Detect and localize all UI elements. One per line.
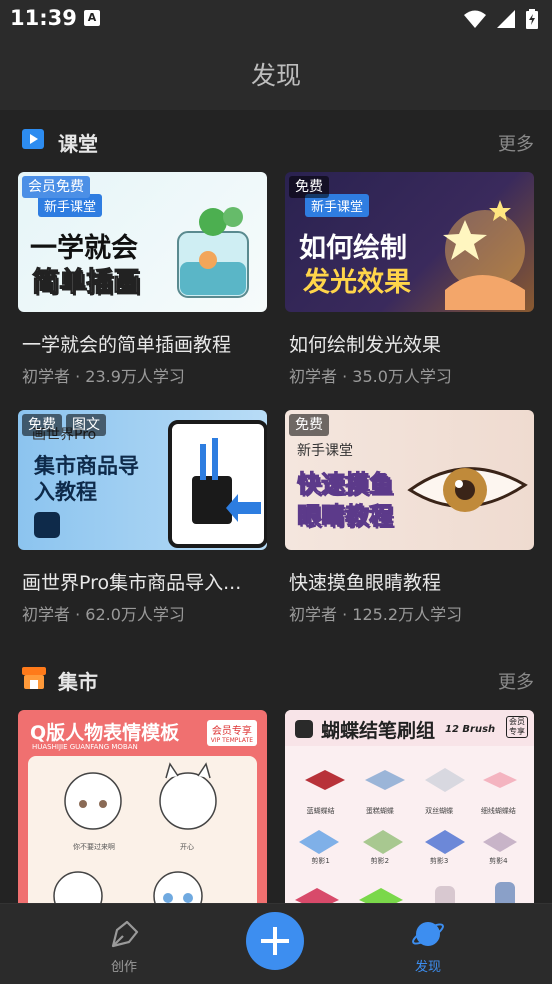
- bow-labels-row-1: 蓝蝴蝶结 蛋糕蝴蝶 双丝蝴蝶 细线蝴蝶结: [291, 806, 528, 816]
- classroom-section-header: 课堂 更多: [0, 124, 552, 160]
- eye-illustration-icon: [407, 467, 528, 512]
- market-item-heading: 蝴蝶结笔刷组: [321, 720, 436, 742]
- course-thumbnail: 新手课堂 一学就会 简单插画 会员免费: [18, 172, 267, 312]
- thumb-heading-2: 发光效果: [303, 267, 411, 298]
- thumb-heading-2: 眼睛教程: [297, 502, 394, 531]
- pen-nib-icon: [111, 920, 139, 948]
- page-title: 发现: [250, 61, 301, 90]
- badge-row: 免费: [289, 176, 329, 198]
- app-logo-icon: [34, 512, 60, 538]
- badge-row: 会员免费: [22, 176, 90, 198]
- course-card-glow[interactable]: 新手课堂 如何绘制 发光效果 免费 如何绘制发光效果 初学者 · 35.0万人学…: [285, 172, 534, 387]
- market-title: 集市: [58, 670, 98, 694]
- badge-row: 免费: [289, 414, 329, 436]
- bow-label: 剪影4: [489, 857, 508, 865]
- course-card-eyes[interactable]: 新手课堂 快速摸鱼 眼睛教程 免费 快速摸鱼眼睛教程 初学者 · 125.2万人…: [285, 410, 534, 625]
- nav-create[interactable]: 创作: [84, 918, 164, 975]
- market-more-link[interactable]: 更多: [498, 668, 534, 694]
- create-fab-button[interactable]: [246, 912, 304, 970]
- thumb-tag: 新手课堂: [297, 443, 353, 459]
- chibi-faces-illustration-icon: [53, 762, 217, 910]
- app-header: 发现: [0, 38, 552, 110]
- import-arrow-icon: [192, 438, 261, 524]
- course-thumbnail: 画世界Pro 集市商品导 入教程 免费 图文: [18, 410, 267, 550]
- vip-badge-sublabel: VIP TEMPLATE: [210, 737, 253, 744]
- course-title: 如何绘制发光效果: [289, 334, 442, 356]
- signal-icon: [496, 9, 515, 28]
- course-card-illustration[interactable]: 新手课堂 一学就会 简单插画 会员免费 一学就会的简单插画教程 初学者 · 23…: [18, 172, 267, 387]
- expression-label: 开心: [180, 843, 194, 851]
- market-item-heading: Q版人物表情模板: [30, 722, 180, 744]
- market-item-heading-en: 12 Brush: [445, 724, 496, 735]
- bow-label: 双丝蝴蝶: [425, 807, 454, 815]
- battery-icon: [526, 8, 538, 29]
- classroom-more-link[interactable]: 更多: [498, 130, 534, 156]
- bow-label: 剪影2: [370, 857, 390, 865]
- course-title: 一学就会的简单插画教程: [22, 334, 232, 356]
- badge-vip-free: 会员免费: [22, 176, 90, 198]
- thumb-heading: 快速摸鱼: [297, 470, 394, 499]
- notification-icon: A: [84, 10, 100, 26]
- course-thumbnail: 新手课堂 如何绘制 发光效果 免费: [285, 172, 534, 312]
- course-meta: 初学者 · 125.2万人学习: [289, 605, 463, 624]
- vip-badge: 会员专享: [506, 716, 528, 738]
- nav-discover-label: 发现: [414, 960, 441, 975]
- market-item-subheading: HUASHIJIE GUANFANG MOBAN: [32, 743, 138, 751]
- status-icons: [458, 8, 538, 29]
- expression-label: 你不要过来啊: [73, 843, 115, 851]
- classroom-title: 课堂: [58, 132, 98, 156]
- course-meta: 初学者 · 62.0万人学习: [22, 605, 185, 624]
- course-card-market-import[interactable]: 画世界Pro 集市商品导 入教程 免费 图文 画世界Pro集市商品导入... 初…: [18, 410, 267, 625]
- play-square-icon: [22, 129, 44, 149]
- bow-samples-illustration-icon: [295, 768, 517, 910]
- planet-icon: [412, 922, 444, 946]
- badge-free: 免费: [289, 414, 329, 436]
- wifi-icon: [463, 10, 486, 28]
- badge-row: 免费 图文: [22, 414, 106, 436]
- brush-logo-icon: [295, 720, 313, 738]
- bow-label: 剪影1: [311, 857, 330, 865]
- nav-discover[interactable]: 发现: [388, 918, 468, 975]
- course-title: 画世界Pro集市商品导入...: [22, 572, 242, 594]
- shop-icon: [22, 667, 46, 689]
- thumb-heading-2: 入教程: [34, 480, 97, 504]
- bow-label: 剪影3: [429, 857, 449, 865]
- course-meta: 初学者 · 35.0万人学习: [289, 367, 452, 386]
- jar-illustration-icon: [177, 207, 249, 298]
- plus-icon: [261, 927, 289, 955]
- market-item-expression-template[interactable]: Q版人物表情模板 HUASHIJIE GUANFANG MOBAN 会员专享 V…: [18, 710, 267, 910]
- template-preview: 你不要过来啊 开心: [28, 756, 257, 910]
- bow-labels-row-2: 剪影1 剪影2 剪影3 剪影4: [291, 856, 528, 866]
- status-time: 11:39: [10, 6, 77, 30]
- course-thumbnail: 新手课堂 快速摸鱼 眼睛教程 免费: [285, 410, 534, 550]
- bow-label: 蛋糕蝴蝶: [365, 807, 394, 815]
- glowing-hands-icon: [443, 200, 525, 310]
- badge-free: 免费: [22, 414, 62, 436]
- vip-badge-label: 会员专享: [211, 726, 252, 737]
- market-item-bow-brushes[interactable]: 蝴蝶结笔刷组 12 Brush 会员专享 蓝蝴蝶结 蛋糕蝴蝶 双丝蝴蝶 细线蝴蝶…: [285, 710, 534, 910]
- badge-article: 图文: [66, 414, 106, 436]
- course-meta: 初学者 · 23.9万人学习: [22, 367, 185, 386]
- course-title: 快速摸鱼眼睛教程: [289, 572, 442, 594]
- nav-create-label: 创作: [110, 960, 137, 975]
- bow-label: 蓝蝴蝶结: [306, 807, 335, 815]
- market-section-header: 集市 更多: [0, 662, 552, 698]
- thumb-heading-2: 简单插画: [32, 267, 141, 299]
- bow-label: 细线蝴蝶结: [480, 807, 516, 815]
- import-illustration-panel: [168, 420, 267, 548]
- badge-free: 免费: [289, 176, 329, 198]
- vip-badge: 会员专享 VIP TEMPLATE: [206, 720, 257, 746]
- status-bar: 11:39 A: [0, 0, 552, 38]
